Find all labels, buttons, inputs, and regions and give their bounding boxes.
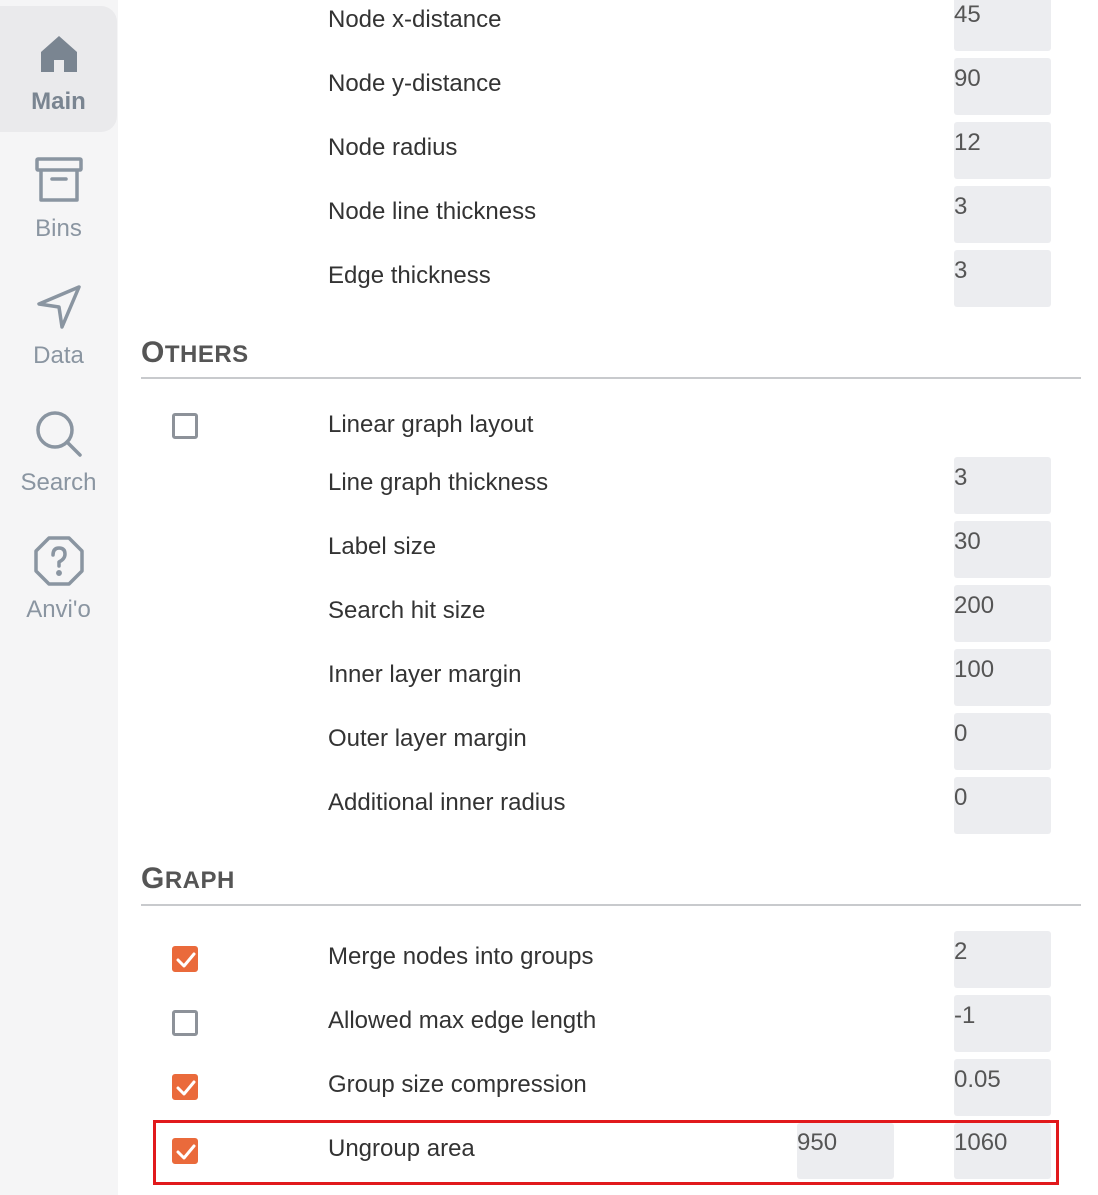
sidebar-item-label: Data (33, 342, 84, 369)
setting-label: Edge thickness (328, 262, 491, 289)
setting-label: Label size (328, 533, 437, 560)
setting-row-inner-layer-margin: Inner layer margin (118, 649, 1098, 713)
setting-row-merge-nodes: Merge nodes into groups (118, 931, 1098, 995)
sidebar-item-anvio[interactable]: Anvi'o (0, 514, 117, 640)
section-divider (141, 377, 1081, 379)
node-y-distance-input[interactable] (954, 58, 1051, 115)
setting-row-node-x-distance: Node x-distance (118, 0, 1098, 58)
section-title-rest: RAPH (164, 867, 235, 894)
section-title-rest: THERS (164, 341, 249, 368)
setting-row-linear-graph-layout: Linear graph layout (118, 405, 1098, 463)
home-icon (34, 28, 84, 78)
setting-label: Ungroup area (328, 1135, 475, 1162)
setting-label: Allowed max edge length (328, 1007, 597, 1034)
checkmark-icon (176, 1144, 196, 1160)
setting-row-additional-inner-radius: Additional inner radius (118, 777, 1098, 841)
setting-label: Node x-distance (328, 6, 502, 33)
setting-label: Node radius (328, 134, 458, 161)
sidebar-item-label: Main (31, 88, 86, 115)
section-title-cap: O (141, 336, 165, 369)
send-icon (34, 282, 84, 332)
setting-row-node-y-distance: Node y-distance (118, 58, 1098, 122)
label-size-input[interactable] (954, 521, 1051, 578)
setting-label: Linear graph layout (328, 411, 534, 438)
setting-row-outer-layer-margin: Outer layer margin (118, 713, 1098, 777)
setting-label: Additional inner radius (328, 789, 566, 816)
sidebar-item-label: Search (20, 469, 97, 496)
max-edge-length-checkbox[interactable] (172, 1010, 198, 1036)
setting-row-ungroup-area: Ungroup area (118, 1123, 1098, 1187)
outer-layer-margin-input[interactable] (954, 713, 1051, 770)
section-title-graph: GRAPH (141, 862, 235, 896)
sidebar-item-label: Anvi'o (26, 596, 91, 623)
line-graph-thickness-input[interactable] (954, 457, 1051, 514)
merge-nodes-input[interactable] (954, 931, 1051, 988)
search-icon (34, 409, 84, 459)
help-icon (33, 536, 84, 586)
ungroup-area-checkbox[interactable] (172, 1138, 198, 1164)
ungroup-area-from-input[interactable] (797, 1123, 894, 1179)
setting-row-node-radius: Node radius (118, 122, 1098, 186)
checkmark-icon (176, 952, 196, 968)
setting-label: Merge nodes into groups (328, 943, 594, 970)
archive-icon (34, 155, 84, 205)
settings-panel: Node x-distance Node y-distance Node rad… (118, 0, 1098, 1195)
section-divider (141, 904, 1081, 906)
checkmark-icon (176, 1080, 196, 1096)
section-title-cap: G (141, 862, 165, 895)
search-hit-size-input[interactable] (954, 585, 1051, 642)
setting-label: Line graph thickness (328, 469, 549, 496)
setting-row-line-graph-thickness: Line graph thickness (118, 457, 1098, 521)
additional-inner-radius-input[interactable] (954, 777, 1051, 834)
setting-label: Node line thickness (328, 198, 537, 225)
setting-label: Search hit size (328, 597, 486, 624)
setting-row-search-hit-size: Search hit size (118, 585, 1098, 649)
sidebar-item-data[interactable]: Data (0, 260, 117, 386)
group-size-compression-input[interactable] (954, 1059, 1051, 1116)
sidebar: Main Bins Data Search Anvi'o (0, 0, 118, 1195)
ungroup-area-to-input[interactable] (954, 1123, 1051, 1179)
linear-graph-layout-checkbox[interactable] (172, 413, 198, 439)
setting-row-edge-thickness: Edge thickness (118, 250, 1098, 314)
sidebar-item-search[interactable]: Search (0, 387, 117, 513)
setting-row-max-edge-length: Allowed max edge length (118, 995, 1098, 1059)
node-x-distance-input[interactable] (954, 0, 1051, 51)
setting-label: Inner layer margin (328, 661, 522, 688)
node-radius-input[interactable] (954, 122, 1051, 179)
setting-label: Outer layer margin (328, 725, 527, 752)
group-size-compression-checkbox[interactable] (172, 1074, 198, 1100)
sidebar-item-bins[interactable]: Bins (0, 133, 117, 259)
sidebar-item-main[interactable]: Main (0, 6, 117, 132)
setting-label: Node y-distance (328, 70, 502, 97)
sidebar-item-label: Bins (35, 215, 82, 242)
setting-row-group-size-compression: Group size compression (118, 1059, 1098, 1123)
max-edge-length-input[interactable] (954, 995, 1051, 1052)
section-title-others: OTHERS (141, 336, 249, 370)
merge-nodes-checkbox[interactable] (172, 946, 198, 972)
edge-thickness-input[interactable] (954, 250, 1051, 307)
inner-layer-margin-input[interactable] (954, 649, 1051, 706)
setting-row-label-size: Label size (118, 521, 1098, 585)
node-line-thickness-input[interactable] (954, 186, 1051, 243)
setting-label: Group size compression (328, 1071, 587, 1098)
setting-row-node-line-thickness: Node line thickness (118, 186, 1098, 250)
